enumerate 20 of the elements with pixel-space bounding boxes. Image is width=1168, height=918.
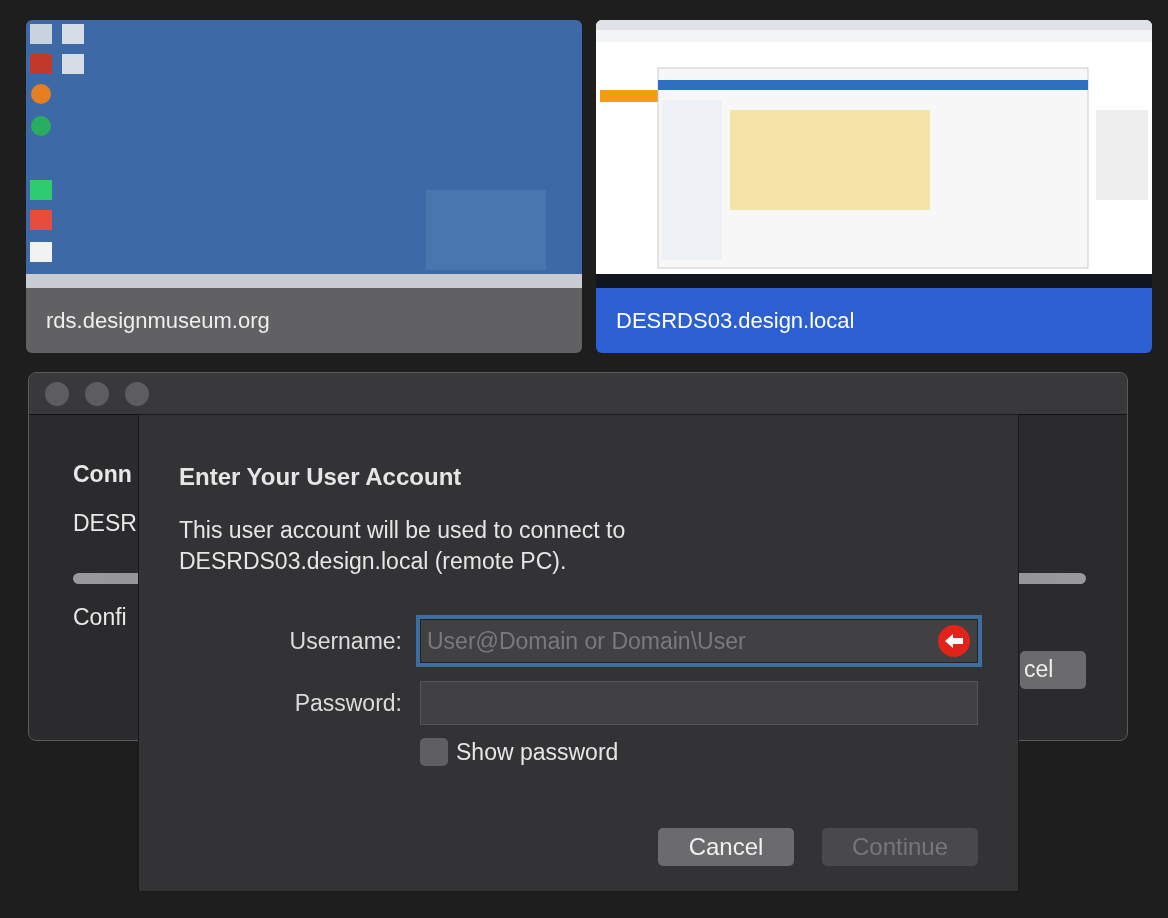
field-label: Password:: [293, 688, 402, 718]
arrow-left-icon: [938, 625, 970, 657]
status-text: Confi: [73, 603, 127, 632]
checkbox[interactable]: [420, 738, 448, 767]
session-label: DESRDS03.design.local: [616, 307, 855, 335]
checkbox-label: Show password: [456, 738, 619, 767]
window-control-icon[interactable]: [85, 381, 109, 406]
window-control-icon[interactable]: [125, 381, 149, 406]
connection-heading: Conn: [73, 460, 132, 489]
input-field[interactable]: [420, 681, 978, 725]
field-label: Username:: [288, 626, 402, 656]
connection-host: DESR: [73, 508, 137, 538]
window-control-icon[interactable]: [45, 381, 69, 406]
sheet-message: This user account will be used to connect to DESRDS03.design.local (remote PC).: [179, 516, 627, 576]
session-label: rds.designmuseum.org: [46, 307, 270, 335]
session-card[interactable]: rds.designmuseum.org: [26, 20, 582, 353]
session-card[interactable]: DESRDS03.design.local: [596, 20, 1152, 353]
cancel-button[interactable]: Cancel: [658, 827, 794, 866]
cancel-button[interactable]: cel: [1020, 650, 1086, 689]
sheet-title: Enter Your User Account: [179, 462, 463, 492]
